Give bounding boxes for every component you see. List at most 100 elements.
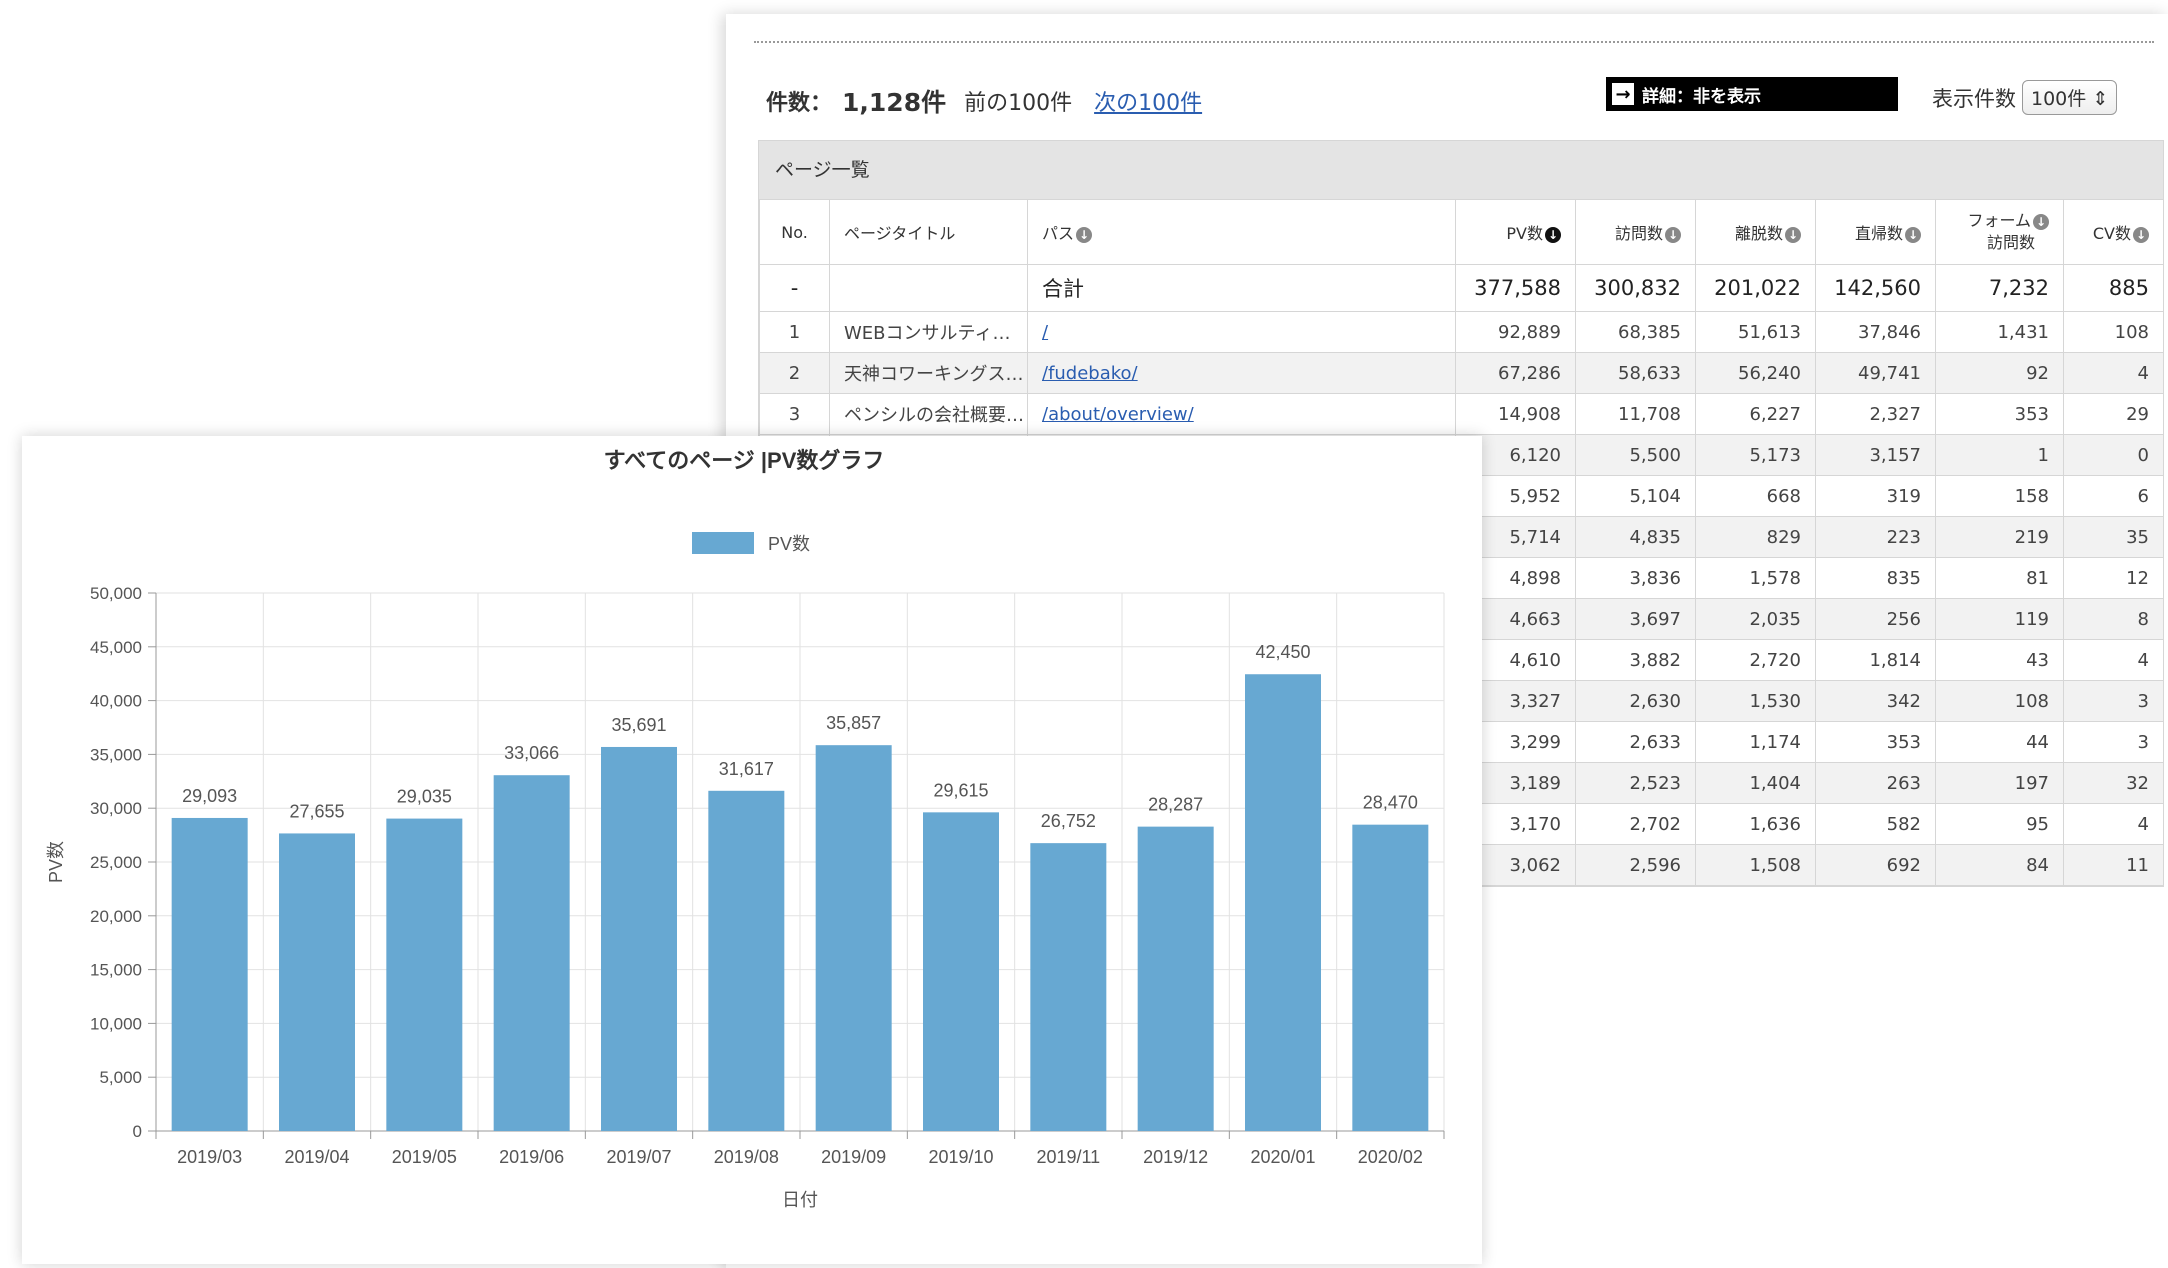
row-path[interactable]: /about/overview/ — [1027, 393, 1456, 435]
bar-2020/02 — [1352, 824, 1429, 1131]
row-title: WEBコンサルティ… — [829, 311, 1028, 353]
row-visits: 58,633 — [1575, 352, 1696, 394]
path-link[interactable]: /about/overview/ — [1042, 404, 1194, 425]
row-no: 1 — [759, 311, 830, 353]
table-row[interactable]: 1 WEBコンサルティ… / 92,889 68,385 51,613 37,846 1,43… — [759, 311, 2164, 353]
row-exits: 6,227 — [1695, 393, 1816, 435]
sort-desc-icon[interactable]: ↓ — [1545, 226, 1561, 243]
x-axis-label: 日付 — [782, 1190, 818, 1210]
col-header-path[interactable]: パス ↓ — [1027, 199, 1456, 265]
col-header-form-visits[interactable]: フォーム ↓ 訪問数 — [1935, 199, 2064, 265]
bar-value-label: 26,752 — [1041, 811, 1096, 831]
col-header-cv[interactable]: CV数 ↓ — [2063, 199, 2164, 265]
row-pv: 14,908 — [1455, 393, 1576, 435]
row-bounces: 2,327 — [1815, 393, 1936, 435]
show-details-button[interactable]: → 詳細：非を表示 — [1606, 77, 1898, 111]
bar-value-label: 42,450 — [1255, 642, 1310, 662]
row-cv: 3 — [2063, 680, 2164, 722]
row-form: 158 — [1935, 475, 2064, 517]
row-cv: 108 — [2063, 311, 2164, 353]
row-no: 3 — [759, 393, 830, 435]
row-exits: 1,508 — [1695, 844, 1816, 886]
row-exits: 56,240 — [1695, 352, 1816, 394]
sort-icon[interactable]: ↓ — [1076, 226, 1093, 243]
y-tick-label: 25,000 — [90, 853, 142, 872]
row-path[interactable]: /fudebako/ — [1027, 352, 1456, 394]
count-value: 1,128件 — [842, 88, 947, 117]
bar-value-label: 29,035 — [397, 787, 452, 807]
sort-icon[interactable]: ↓ — [1785, 226, 1801, 243]
total-bounces: 142,560 — [1815, 264, 1936, 312]
sort-icon[interactable]: ↓ — [1665, 226, 1681, 243]
total-exits: 201,022 — [1695, 264, 1816, 312]
path-link[interactable]: /fudebako/ — [1042, 363, 1138, 384]
table-caption: ページ一覧 — [759, 141, 2163, 199]
row-cv: 11 — [2063, 844, 2164, 886]
row-form: 119 — [1935, 598, 2064, 640]
y-tick-label: 50,000 — [90, 584, 142, 603]
arrow-right-icon: → — [1610, 81, 1636, 107]
sort-icon[interactable]: ↓ — [1905, 226, 1921, 243]
y-tick-label: 45,000 — [90, 638, 142, 657]
next-page-link[interactable]: 次の100件 — [1094, 85, 1202, 117]
row-bounces: 3,157 — [1815, 434, 1936, 476]
bar-value-label: 29,093 — [182, 786, 237, 806]
row-exits: 1,404 — [1695, 762, 1816, 804]
row-exits: 1,636 — [1695, 803, 1816, 845]
row-exits: 1,530 — [1695, 680, 1816, 722]
chart-title: すべてのページ |PV数グラフ — [604, 448, 885, 473]
bar-2019/10 — [923, 812, 999, 1131]
row-bounces: 49,741 — [1815, 352, 1936, 394]
legend-label: PV数 — [768, 534, 810, 554]
row-bounces: 256 — [1815, 598, 1936, 640]
y-tick-label: 15,000 — [90, 961, 142, 980]
row-bounces: 353 — [1815, 721, 1936, 763]
sort-icon[interactable]: ↓ — [2133, 226, 2149, 243]
total-cv: 885 — [2063, 264, 2164, 312]
per-page-select[interactable]: 100件 ⇕ — [2022, 80, 2118, 115]
row-form: 353 — [1935, 393, 2064, 435]
y-tick-label: 10,000 — [90, 1014, 142, 1033]
row-path[interactable]: / — [1027, 311, 1456, 353]
row-form: 95 — [1935, 803, 2064, 845]
bar-value-label: 31,617 — [719, 759, 774, 779]
show-details-label: 詳細：非を表示 — [1642, 86, 1761, 107]
bar-value-label: 28,287 — [1148, 795, 1203, 815]
y-tick-label: 5,000 — [99, 1068, 142, 1087]
table-row[interactable]: 3 ペンシルの会社概要… /about/overview/14,908 11,708 6… — [759, 393, 2164, 435]
row-cv: 4 — [2063, 352, 2164, 394]
row-bounces: 319 — [1815, 475, 1936, 517]
prev-page-text: 前の100件 — [964, 91, 1073, 116]
row-visits: 3,836 — [1575, 557, 1696, 599]
count-label: 件数： — [766, 91, 833, 116]
row-cv: 4 — [2063, 803, 2164, 845]
path-link[interactable]: / — [1042, 322, 1048, 343]
row-bounces: 1,814 — [1815, 639, 1936, 681]
bar-2019/09 — [815, 745, 892, 1131]
pv-bar-chart: すべてのページ |PV数グラフ PV数 0 5,000 10,000 15,000 20,0… — [46, 448, 1445, 1210]
table-header-row: No. ページタイトル パス ↓ PV数 ↓ 訪問数 ↓ 離脱数 ↓ 直帰数 ↓ フォーム… — [759, 199, 2164, 265]
row-visits: 3,697 — [1575, 598, 1696, 640]
col-header-bounces[interactable]: 直帰数 ↓ — [1815, 199, 1936, 265]
bar-value-label: 27,655 — [289, 801, 344, 821]
row-exits: 51,613 — [1695, 311, 1816, 353]
col-header-exits[interactable]: 離脱数 ↓ — [1695, 199, 1816, 265]
y-tick-label: 35,000 — [90, 745, 142, 764]
table-row[interactable]: 2 天神コワーキングス…/fudebako/67,286 58,633 56,240 4… — [759, 352, 2164, 394]
row-bounces: 692 — [1815, 844, 1936, 886]
col-header-pv[interactable]: PV数 ↓ — [1455, 199, 1576, 265]
row-form: 44 — [1935, 721, 2064, 763]
col-header-visits[interactable]: 訪問数 ↓ — [1575, 199, 1696, 265]
row-form: 108 — [1935, 680, 2064, 722]
x-tick-label: 2019/05 — [392, 1147, 457, 1167]
row-visits: 2,633 — [1575, 721, 1696, 763]
row-pv: 92,889 — [1455, 311, 1576, 353]
x-tick-label: 2019/04 — [284, 1147, 349, 1167]
bar-value-label: 35,691 — [611, 715, 666, 735]
total-pv: 377,588 — [1455, 264, 1576, 312]
row-visits: 2,523 — [1575, 762, 1696, 804]
row-visits: 2,702 — [1575, 803, 1696, 845]
row-cv: 32 — [2063, 762, 2164, 804]
sort-icon[interactable]: ↓ — [2033, 213, 2049, 230]
row-form: 219 — [1935, 516, 2064, 558]
